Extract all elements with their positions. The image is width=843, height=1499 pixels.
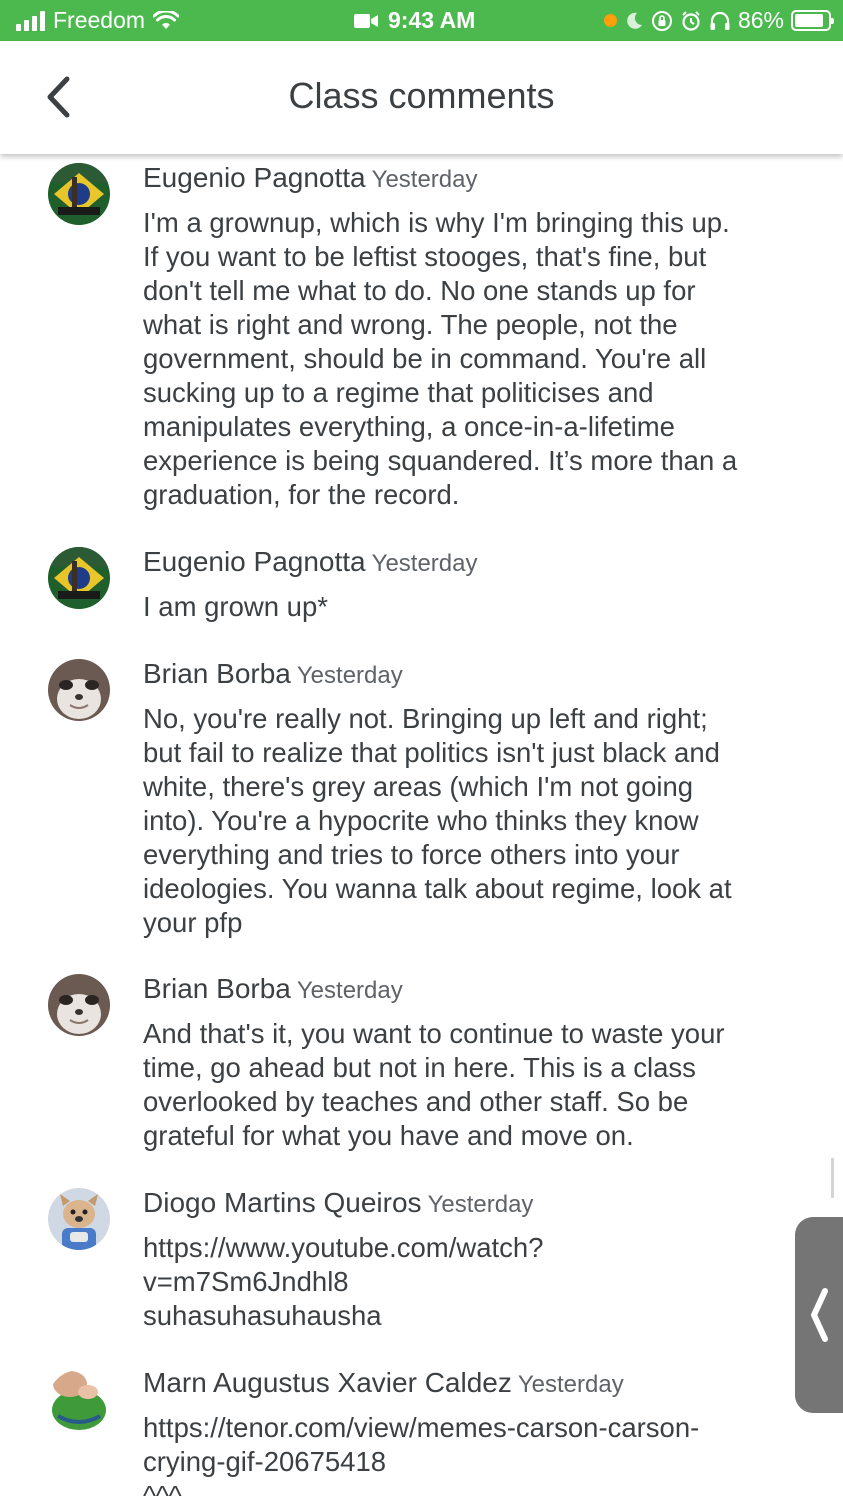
comment-text: No, you're really not. Bringing up left …	[143, 703, 732, 938]
comment-text: https://www.youtube.com/watch? v=m7Sm6Jn…	[143, 1232, 544, 1331]
moon-icon	[627, 12, 642, 29]
headphones-icon	[710, 11, 730, 30]
comment-header: Eugenio Pagnotta Yesterday	[143, 546, 478, 578]
status-time: 9:43 AM	[388, 7, 476, 33]
avatar-animal-face-icon[interactable]	[48, 659, 110, 721]
comment-time: Yesterday	[371, 550, 478, 577]
comment-header: Eugenio Pagnotta Yesterday	[143, 162, 478, 194]
comment-time: Yesterday	[371, 166, 478, 193]
status-center: 9:43 AM	[354, 7, 475, 34]
comment-text: I am grown up*	[143, 591, 328, 622]
scrollbar[interactable]	[831, 1158, 834, 1198]
side-panel-handle[interactable]	[795, 1217, 843, 1413]
comment-text: https://tenor.com/view/memes-carson-cars…	[143, 1412, 700, 1499]
comment-header: Diogo Martins Queiros Yesterday	[143, 1187, 533, 1219]
avatar-animal-face-icon[interactable]	[48, 974, 110, 1036]
comment-author: Marn Augustus Xavier Caldez	[143, 1367, 512, 1398]
comment-time: Yesterday	[427, 1191, 534, 1218]
avatar-flag-icon[interactable]	[48, 163, 110, 225]
page-title: Class comments	[288, 75, 555, 116]
signal-icon	[16, 10, 45, 31]
avatar-dog-icon[interactable]	[48, 1188, 110, 1250]
comment-header: Marn Augustus Xavier Caldez Yesterday	[143, 1367, 624, 1399]
wifi-icon	[153, 10, 180, 29]
recording-dot-icon	[603, 14, 617, 27]
rotation-lock-icon	[651, 10, 672, 31]
comment-author: Diogo Martins Queiros	[143, 1187, 422, 1218]
status-left: Freedom	[16, 7, 180, 34]
comment-author: Eugenio Pagnotta	[143, 546, 366, 577]
battery-percent: 86%	[737, 7, 784, 33]
comment-time: Yesterday	[517, 1371, 624, 1398]
carrier-name: Freedom	[53, 7, 146, 33]
alarm-icon	[682, 10, 700, 31]
comment-text: And that's it, you want to continue to w…	[143, 1018, 725, 1151]
avatar-frog-icon[interactable]	[48, 1370, 110, 1432]
app-bar: Class comments	[0, 41, 843, 154]
battery-icon	[791, 10, 834, 31]
battery-level	[795, 14, 823, 27]
comment-header: Brian Borba Yesterday	[143, 973, 403, 1005]
comment-author: Brian Borba	[143, 658, 291, 689]
chevron-left-icon	[811, 1288, 828, 1342]
camera-icon	[354, 13, 378, 28]
avatar-flag-icon[interactable]	[48, 547, 110, 609]
comment-time: Yesterday	[296, 662, 403, 689]
comment-author: Eugenio Pagnotta	[143, 162, 366, 193]
comment-author: Brian Borba	[143, 973, 291, 1004]
comment-text: I'm a grownup, which is why I'm bringing…	[143, 207, 738, 510]
comment-header: Brian Borba Yesterday	[143, 658, 403, 690]
comments-list: Eugenio Pagnotta Yesterday I'm a grownup,…	[0, 154, 843, 1499]
comment-time: Yesterday	[296, 977, 403, 1004]
status-bar: Freedom 9:43 AM 86%	[0, 0, 843, 41]
status-right: 86%	[603, 7, 834, 34]
